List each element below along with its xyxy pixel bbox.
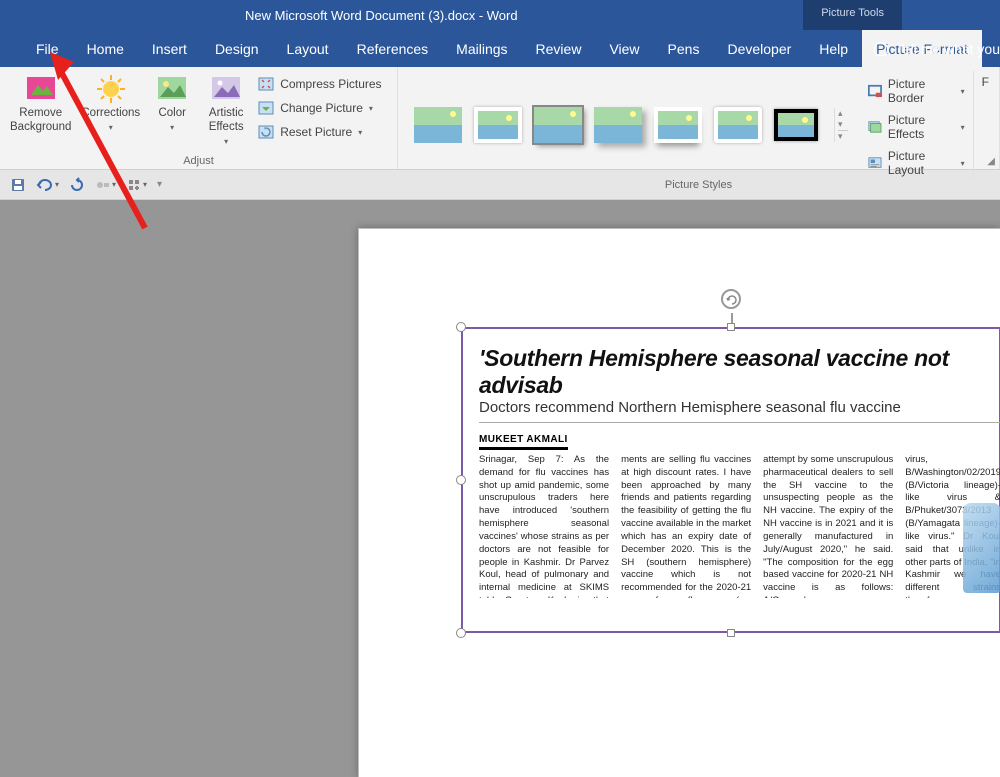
- menu-mailings[interactable]: Mailings: [442, 30, 521, 67]
- style-thumb-5[interactable]: [654, 107, 702, 143]
- style-thumb-7[interactable]: [774, 109, 818, 141]
- menu-help[interactable]: Help: [805, 30, 862, 67]
- redo-button[interactable]: [69, 177, 85, 193]
- menu-home[interactable]: Home: [73, 30, 138, 67]
- resize-handle-tl[interactable]: [456, 322, 466, 332]
- vaccine-vial-image: [963, 503, 1000, 593]
- picture-effects-button[interactable]: Picture Effects ▾: [868, 111, 965, 143]
- article-col-2: ments are selling flu vaccines at high d…: [621, 454, 751, 598]
- group-label-adjust: Adjust: [6, 155, 391, 169]
- tell-me-search[interactable]: Tell me what you: [874, 41, 1000, 57]
- resize-handle-bl[interactable]: [456, 628, 466, 638]
- qat-item-5[interactable]: ▾: [126, 177, 147, 193]
- compress-pictures-button[interactable]: Compress Pictures: [254, 73, 385, 95]
- remove-background-icon: [25, 73, 57, 105]
- article-author: MUKEET AKMALI: [479, 434, 568, 450]
- picture-border-button[interactable]: Picture Border ▾: [868, 75, 965, 107]
- resize-handle-ml[interactable]: [456, 475, 466, 485]
- remove-background-button[interactable]: RemoveBackground: [6, 71, 75, 155]
- gallery-expand-button[interactable]: ▴▾▾: [834, 108, 848, 142]
- picture-border-icon: [868, 83, 882, 99]
- qat-customize[interactable]: ▾: [157, 179, 162, 190]
- article-headline: 'Southern Hemisphere seasonal vaccine no…: [479, 345, 1000, 399]
- change-picture-button[interactable]: Change Picture ▾: [254, 97, 385, 119]
- artistic-effects-button[interactable]: ArtisticEffects▾: [200, 71, 252, 155]
- qat-item-4[interactable]: ▾: [95, 177, 116, 193]
- picture-layout-button[interactable]: Picture Layout ▾: [868, 147, 965, 179]
- menu-layout[interactable]: Layout: [273, 30, 343, 67]
- article-col-1: Srinagar, Sep 7: As the demand for flu v…: [479, 454, 609, 598]
- save-button[interactable]: [10, 177, 26, 193]
- tell-me-label: Tell me what you: [896, 41, 1000, 57]
- ribbon: RemoveBackground Corrections▾ Color▾ Art…: [0, 67, 1000, 170]
- document-title: New Microsoft Word Document (3).docx - W…: [245, 8, 518, 23]
- picture-effects-icon: [868, 119, 882, 135]
- menu-file[interactable]: File: [22, 30, 73, 67]
- change-picture-icon: [258, 100, 274, 116]
- document-area[interactable]: 'Southern Hemisphere seasonal vaccine no…: [0, 200, 1000, 777]
- style-thumb-3[interactable]: [534, 107, 582, 143]
- color-button[interactable]: Color▾: [146, 71, 198, 155]
- resize-handle-tm[interactable]: [727, 323, 735, 331]
- article-subhead: Doctors recommend Northern Hemisphere se…: [479, 399, 1000, 416]
- reset-picture-button[interactable]: Reset Picture ▾: [254, 121, 385, 143]
- color-icon: [156, 73, 188, 105]
- contextual-tab-picture-tools[interactable]: Picture Tools: [803, 0, 902, 30]
- menu-bar: File Home Insert Design Layout Reference…: [0, 30, 1000, 67]
- picture-styles-gallery: ▴▾▾: [404, 71, 858, 179]
- menu-design[interactable]: Design: [201, 30, 273, 67]
- menu-developer[interactable]: Developer: [713, 30, 805, 67]
- corrections-icon: [95, 73, 127, 105]
- article-col-3: attempt by some unscrupulous pharmaceuti…: [763, 454, 893, 598]
- artistic-effects-icon: [210, 73, 242, 105]
- menu-view[interactable]: View: [595, 30, 653, 67]
- style-thumb-6[interactable]: [714, 107, 762, 143]
- undo-button[interactable]: ▾: [36, 177, 59, 193]
- reset-picture-icon: [258, 124, 274, 140]
- group-label-picture-styles: Picture Styles: [404, 179, 993, 193]
- style-thumb-2[interactable]: [474, 107, 522, 143]
- corrections-button[interactable]: Corrections▾: [77, 71, 144, 155]
- menu-insert[interactable]: Insert: [138, 30, 201, 67]
- selected-picture[interactable]: 'Southern Hemisphere seasonal vaccine no…: [461, 327, 1000, 633]
- menu-references[interactable]: References: [343, 30, 443, 67]
- rotation-handle[interactable]: [721, 289, 741, 309]
- picture-styles-dialog-launcher[interactable]: ◢: [987, 156, 995, 167]
- compress-icon: [258, 76, 274, 92]
- lightbulb-icon: [874, 42, 888, 56]
- resize-handle-bm[interactable]: [727, 629, 735, 637]
- menu-review[interactable]: Review: [522, 30, 596, 67]
- style-thumb-4[interactable]: [594, 107, 642, 143]
- style-thumb-1[interactable]: [414, 107, 462, 143]
- menu-pens[interactable]: Pens: [654, 30, 714, 67]
- picture-layout-icon: [868, 155, 882, 171]
- title-bar: New Microsoft Word Document (3).docx - W…: [0, 0, 1000, 30]
- newspaper-clipping: 'Southern Hemisphere seasonal vaccine no…: [479, 345, 1000, 598]
- ribbon-group-adjust: RemoveBackground Corrections▾ Color▾ Art…: [0, 67, 398, 169]
- ribbon-group-picture-styles: ▴▾▾ Picture Border ▾ Picture Effects ▾ P…: [398, 67, 1000, 169]
